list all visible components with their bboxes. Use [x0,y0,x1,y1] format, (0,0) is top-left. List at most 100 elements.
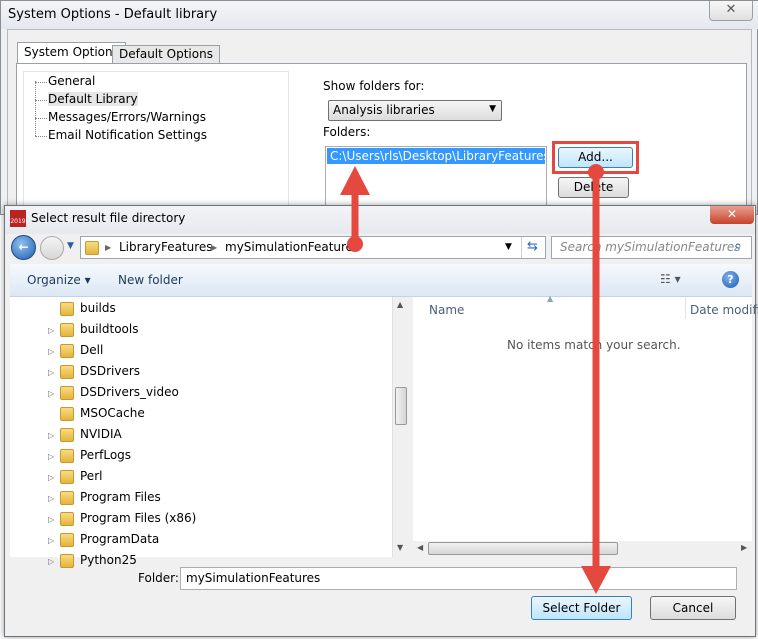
search-icon[interactable]: ⌕ [734,238,742,254]
forward-button[interactable] [40,236,64,260]
system-options-window: System Options - Default library ✕ Syste… [0,0,758,219]
folders-label: Folders: [323,125,371,139]
show-folders-select[interactable]: Analysis libraries ▼ [328,100,502,121]
recent-pages-icon[interactable]: ▼ [67,241,74,251]
folder-name: Program Files (x86) [80,511,197,525]
folder-name: PerfLogs [80,448,132,462]
breadcrumb-item[interactable]: mySimulationFeatures [225,240,359,254]
folder-tree-item[interactable]: MSOCache [40,405,390,425]
folder-tree-item[interactable]: ▷ buildtools [40,321,390,341]
folder-tree-item[interactable]: ▷ Dell [40,342,390,362]
folder-tree-item[interactable]: ▷ NVIDIA [40,426,390,446]
folder-tree-item[interactable]: ▷ Python25 [40,552,390,568]
tree-item-messages[interactable]: Messages/Errors/Warnings [48,110,206,124]
chevron-right-icon: ▶ [105,243,112,252]
folder-name: buildtools [80,322,139,336]
folder-icon [60,344,74,358]
column-divider[interactable] [685,297,686,319]
file-list-pane: Name ▲ Date modifi No items match your s… [413,294,758,557]
scroll-right-icon[interactable]: ▶ [741,543,747,552]
breadcrumb-item[interactable]: LibraryFeatures [119,240,213,254]
expand-icon[interactable]: ▷ [48,326,54,335]
tab-system-options[interactable]: System Options [17,42,126,64]
expand-icon[interactable]: ▷ [48,473,54,482]
scrollbar-thumb[interactable] [428,542,618,555]
toolbar: Organize ▾ New folder ☷ ▾ ? [10,264,752,297]
tree-line [35,81,36,136]
folder-icon [60,554,74,568]
close-button[interactable]: ✕ [710,206,754,224]
help-icon[interactable]: ? [722,271,739,288]
expand-icon[interactable]: ▷ [48,452,54,461]
organize-button[interactable]: Organize ▾ [27,273,91,287]
folder-name: Python25 [80,553,137,567]
delete-button[interactable]: Delete [558,177,629,198]
refresh-icon[interactable]: ⇆ [527,239,538,254]
folder-name-input[interactable]: mySimulationFeatures [180,567,737,590]
folder-name: ProgramData [80,532,160,546]
tree-item-email[interactable]: Email Notification Settings [48,128,207,142]
scroll-left-icon[interactable]: ◀ [417,543,423,552]
expand-icon[interactable]: ▷ [48,368,54,377]
address-bar[interactable]: ▶ LibraryFeatures ▶ mySimulationFeatures… [80,236,546,259]
search-input[interactable]: Search mySimulationFeatures ⌕ [551,236,752,259]
scroll-up-icon[interactable]: ▲ [397,300,403,309]
folder-icon [60,470,74,484]
back-button[interactable]: ← [11,235,36,260]
tab-default-options[interactable]: Default Options [112,45,220,63]
dialog-title: Select result file directory [31,211,186,225]
horizontal-scrollbar[interactable]: ◀ ▶ [413,541,752,557]
cancel-button[interactable]: Cancel [650,596,736,620]
expand-icon[interactable]: ▷ [48,494,54,503]
column-header-name[interactable]: Name [429,303,464,317]
folder-tree-item[interactable]: ▷ PerfLogs [40,447,390,467]
vertical-scrollbar[interactable]: ▲ ▼ [392,297,409,557]
folder-tree-item[interactable]: ▷ ProgramData [40,531,390,551]
folder-icon [60,449,74,463]
scroll-down-icon[interactable]: ▼ [397,543,403,552]
column-header-date[interactable]: Date modifi [690,303,758,317]
search-placeholder: Search mySimulationFeatures [560,240,741,254]
folder-icon [60,386,74,400]
folder-tree-item[interactable]: ▷ DSDrivers [40,363,390,383]
folder-icon [60,491,74,505]
folder-icon [60,512,74,526]
folder-icon [60,365,74,379]
folder-list-item[interactable]: C:\Users\rls\Desktop\LibraryFeatures\myS… [327,148,546,164]
scrollbar-thumb[interactable] [395,387,407,425]
folder-tree-item[interactable]: ▷ DSDrivers_video [40,384,390,404]
app-icon: 2019 [10,210,26,227]
folder-name: MSOCache [80,406,145,420]
sort-icon: ▲ [547,294,554,303]
new-folder-button[interactable]: New folder [118,273,183,287]
expand-icon[interactable]: ▷ [48,536,54,545]
highlight-box [552,141,639,174]
folder-icon [60,533,74,547]
divider [521,237,522,258]
folder-icon [60,302,74,316]
folder-name: Program Files [80,490,161,504]
expand-icon[interactable]: ▷ [48,431,54,440]
folder-name: builds [80,301,116,315]
expand-icon[interactable]: ▷ [48,515,54,524]
select-folder-button[interactable]: Select Folder [531,596,632,620]
folder-name: NVIDIA [80,427,122,441]
folder-tree-item[interactable]: builds [40,300,390,320]
folder-icon [60,407,74,421]
expand-icon[interactable]: ▷ [48,347,54,356]
folder-tree-item[interactable]: ▷ Program Files [40,489,390,509]
folder-tree-item[interactable]: ▷ Program Files (x86) [40,510,390,530]
window-title: System Options - Default library [8,7,218,22]
tree-item-default-library[interactable]: Default Library [48,92,138,106]
address-dropdown-icon[interactable]: ▼ [505,242,512,252]
folder-name: Dell [80,343,104,357]
tree-line [35,118,47,119]
expand-icon[interactable]: ▷ [48,389,54,398]
expand-icon[interactable]: ▷ [48,557,54,566]
folders-list[interactable]: C:\Users\rls\Desktop\LibraryFeatures\myS… [325,146,547,211]
empty-message: No items match your search. [507,338,681,352]
tree-item-general[interactable]: General [48,74,95,88]
close-button[interactable]: ✕ [709,1,753,21]
view-options-icon[interactable]: ☷ ▾ [660,272,681,286]
folder-tree-item[interactable]: ▷ Perl [40,468,390,488]
